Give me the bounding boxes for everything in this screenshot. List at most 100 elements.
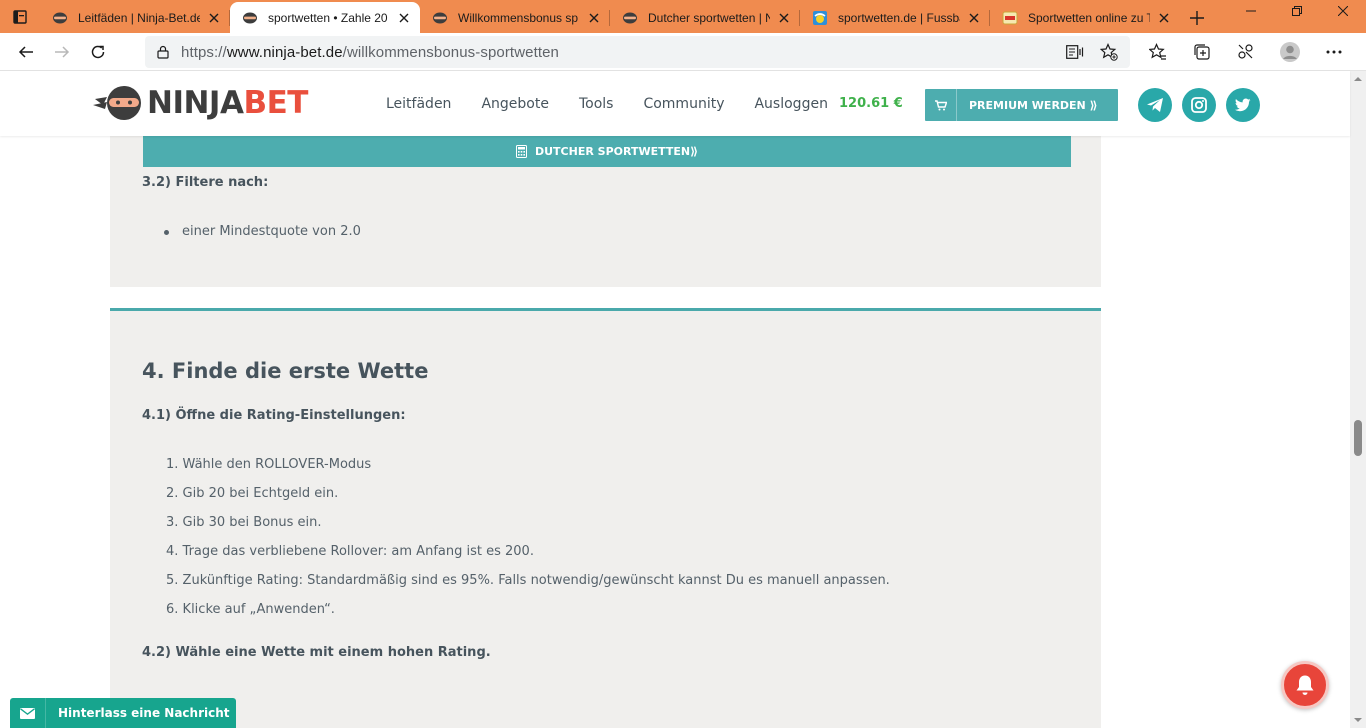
bell-icon <box>1296 675 1314 695</box>
scroll-down-icon <box>1354 718 1362 722</box>
scroll-up-icon <box>1354 77 1362 81</box>
content-panel-step4: 4. Finde die erste Wette 4.1) Öffne die … <box>110 308 1101 728</box>
favorites-icon[interactable] <box>1136 36 1180 68</box>
premium-button[interactable]: PREMIUM WERDEN ⟫ <box>925 89 1118 121</box>
close-icon <box>1338 6 1348 16</box>
forward-arrow-icon <box>55 45 70 58</box>
site-logo[interactable]: NINJABET <box>93 85 308 121</box>
ninja-mascot-icon <box>93 86 141 120</box>
nav-tools[interactable]: Tools <box>579 96 614 112</box>
tab-3[interactable]: Dutcher sportwetten | N <box>610 2 800 33</box>
address-bar[interactable]: https://www.ninja-bet.de/willkommensbonu… <box>145 36 1130 68</box>
list-item: 6. Klicke auf „Anwenden“. <box>166 602 335 617</box>
site-header: NINJABET Leitfäden Angebote Tools Commun… <box>0 71 1350 136</box>
logo-wordmark: NINJABET <box>147 85 308 121</box>
chat-label: Hinterlass eine Nachricht <box>58 706 230 720</box>
content-panel-step3: DUTCHER SPORTWETTEN⟫ 3.2) Filtere nach: … <box>110 136 1101 287</box>
minimize-button[interactable] <box>1228 0 1274 22</box>
close-icon[interactable] <box>586 10 602 26</box>
minimize-icon <box>1246 10 1256 12</box>
section-4-heading: 4. Finde die erste Wette <box>142 359 429 383</box>
page-content: DUTCHER SPORTWETTEN⟫ 3.2) Filtere nach: … <box>0 136 1350 728</box>
back-arrow-icon <box>18 45 33 58</box>
reload-button[interactable] <box>80 36 116 68</box>
tab-0[interactable]: Leitfäden | Ninja-Bet.de <box>40 2 230 33</box>
list-item: 5. Zukünftige Rating: Standardmäßig sind… <box>166 573 890 588</box>
section-3-2-title: 3.2) Filtere nach: <box>142 175 269 190</box>
tab-1[interactable]: sportwetten • Zahle 20 <box>230 2 420 33</box>
calculator-icon <box>515 145 527 158</box>
reader-view-icon[interactable] <box>1058 36 1092 68</box>
list-item: einer Mindestquote von 2.0 <box>182 224 361 239</box>
premium-label: PREMIUM WERDEN ⟫ <box>969 98 1098 112</box>
url-host: www.ninja-bet.de <box>226 43 343 61</box>
tab-4[interactable]: sportwetten.de | Fussba <box>800 2 990 33</box>
telegram-icon[interactable] <box>1138 88 1172 122</box>
url-path: /willkommensbonus-sportwetten <box>342 43 559 61</box>
instagram-icon[interactable] <box>1182 88 1216 122</box>
main-nav: Leitfäden Angebote Tools Community Auslo… <box>386 71 858 136</box>
ninja-icon <box>242 10 258 26</box>
close-icon[interactable] <box>1156 10 1172 26</box>
tab-title: Sportwetten online zu T <box>1028 10 1150 25</box>
url-text: https://www.ninja-bet.de/willkommensbonu… <box>181 44 559 61</box>
dutcher-sportwetten-button[interactable]: DUTCHER SPORTWETTEN⟫ <box>143 136 1071 167</box>
tab-actions-button[interactable] <box>0 0 40 33</box>
add-favorite-icon[interactable] <box>1092 36 1126 68</box>
list-item: 4. Trage das verbliebene Rollover: am An… <box>166 544 534 559</box>
ninja-icon <box>432 10 448 26</box>
restore-button[interactable] <box>1274 0 1320 22</box>
ninja-icon <box>622 10 638 26</box>
section-4-2-title: 4.2) Wähle eine Wette mit einem hohen Ra… <box>142 645 491 660</box>
twitter-icon[interactable] <box>1226 88 1260 122</box>
tab-actions-icon <box>13 9 27 24</box>
close-icon[interactable] <box>396 10 412 26</box>
dutcher-label: DUTCHER SPORTWETTEN⟫ <box>534 145 699 158</box>
leave-message-button[interactable]: Hinterlass eine Nachricht <box>10 698 236 728</box>
more-options-icon[interactable] <box>1312 36 1356 68</box>
tab-title: Leitfäden | Ninja-Bet.de <box>78 10 200 25</box>
close-icon[interactable] <box>776 10 792 26</box>
back-button[interactable] <box>8 36 44 68</box>
tab-2[interactable]: Willkommensbonus sp <box>420 2 610 33</box>
tab-title: sportwetten • Zahle 20 <box>268 10 388 25</box>
nav-leitfaeden[interactable]: Leitfäden <box>386 96 451 112</box>
bullet-dot <box>164 230 169 235</box>
page-scrollbar[interactable] <box>1350 71 1366 728</box>
tab-title: sportwetten.de | Fussba <box>838 10 960 25</box>
nav-angebote[interactable]: Angebote <box>481 96 549 112</box>
tab-title: Dutcher sportwetten | N <box>648 10 770 25</box>
notification-bell-button[interactable] <box>1281 661 1329 709</box>
tab-title: Willkommensbonus sp <box>458 10 579 25</box>
window-controls <box>1228 0 1366 22</box>
lock-icon[interactable] <box>145 45 181 59</box>
close-icon[interactable] <box>966 10 982 26</box>
account-balance[interactable]: 120.61 € <box>839 96 903 111</box>
scrollbar-thumb[interactable] <box>1354 420 1362 456</box>
ninja-icon <box>52 10 68 26</box>
nav-ausloggen[interactable]: Ausloggen <box>754 96 827 112</box>
forward-button[interactable] <box>44 36 80 68</box>
cart-icon <box>925 89 957 121</box>
new-tab-button[interactable] <box>1180 2 1214 33</box>
list-item: 3. Gib 30 bei Bonus ein. <box>166 515 322 530</box>
bet-icon <box>1002 10 1018 26</box>
list-item: 1. Wähle den ROLLOVER-Modus <box>166 457 372 472</box>
plus-icon <box>1190 10 1204 25</box>
extensions-icon[interactable] <box>1224 36 1268 68</box>
mail-icon <box>10 698 46 728</box>
browser-toolbar: https://www.ninja-bet.de/willkommensbonu… <box>0 33 1366 71</box>
nav-community[interactable]: Community <box>643 96 724 112</box>
reload-icon <box>91 45 105 58</box>
section-4-1-title: 4.1) Öffne die Rating-Einstellungen: <box>142 408 406 423</box>
collections-icon[interactable] <box>1180 36 1224 68</box>
tab-5[interactable]: Sportwetten online zu T <box>990 2 1180 33</box>
list-item: 2. Gib 20 bei Echtgeld ein. <box>166 486 339 501</box>
url-prefix: https:// <box>181 43 227 61</box>
close-window-button[interactable] <box>1320 0 1366 22</box>
sportwetten-icon <box>812 10 828 26</box>
profile-avatar-icon[interactable] <box>1268 36 1312 68</box>
restore-icon <box>1292 6 1302 16</box>
browser-tab-bar: Leitfäden | Ninja-Bet.de sportwetten • Z… <box>0 0 1366 33</box>
close-icon[interactable] <box>206 10 222 26</box>
